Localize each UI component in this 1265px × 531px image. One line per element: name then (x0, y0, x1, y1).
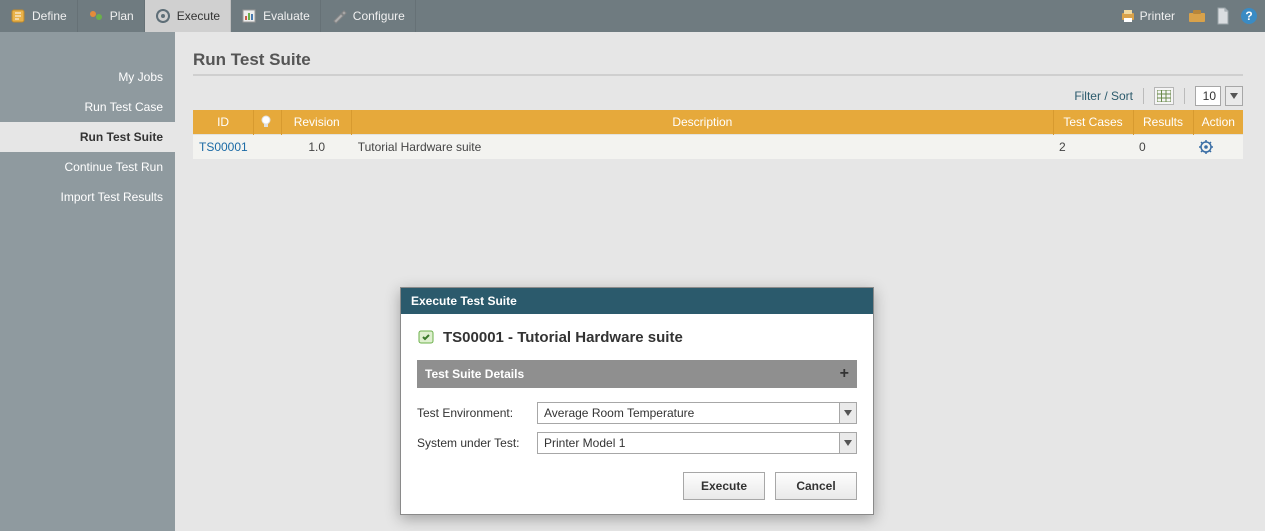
dialog-buttons: Execute Cancel (417, 472, 857, 500)
sidebar: My Jobs Run Test Case Run Test Suite Con… (0, 32, 175, 531)
sidebar-item-label: Run Test Suite (80, 130, 163, 144)
tab-define[interactable]: Define (0, 0, 78, 32)
col-test-cases[interactable]: Test Cases (1053, 110, 1133, 135)
tab-configure[interactable]: Configure (321, 0, 416, 32)
help-icon[interactable]: ? (1239, 6, 1259, 26)
sidebar-item-label: Run Test Case (85, 100, 164, 114)
execute-test-suite-dialog: Execute Test Suite TS00001 - Tutorial Ha… (400, 287, 874, 515)
test-suite-table: ID Revision Description Test Cases Resul… (193, 110, 1243, 159)
tab-label: Execute (177, 9, 220, 23)
page-size-selector: 10 (1195, 86, 1243, 106)
divider (1184, 88, 1185, 104)
sidebar-item-import-test-results[interactable]: Import Test Results (0, 182, 175, 212)
table-row[interactable]: TS00001 1.0 Tutorial Hardware suite 2 0 (193, 135, 1243, 160)
combo-system-under-test[interactable]: Printer Model 1 (537, 432, 857, 454)
printer-label: Printer (1140, 9, 1175, 23)
filter-bar: Filter / Sort 10 (193, 86, 1243, 106)
evaluate-icon (241, 8, 257, 24)
printer-button[interactable]: Printer (1114, 6, 1181, 26)
execute-icon (155, 8, 171, 24)
table-header-row: ID Revision Description Test Cases Resul… (193, 110, 1243, 135)
label-system-under-test: System under Test: (417, 436, 537, 450)
expand-icon[interactable]: + (840, 365, 849, 383)
tab-execute[interactable]: Execute (145, 0, 231, 32)
document-icon[interactable] (1213, 6, 1233, 26)
col-id[interactable]: ID (193, 110, 254, 135)
svg-text:?: ? (1245, 9, 1252, 23)
section-label: Test Suite Details (425, 367, 524, 381)
suite-icon (417, 328, 435, 346)
combo-test-environment[interactable]: Average Room Temperature (537, 402, 857, 424)
page-size-value: 10 (1195, 86, 1221, 106)
label-test-environment: Test Environment: (417, 406, 537, 420)
section-test-suite-details: Test Suite Details + (417, 360, 857, 388)
filter-sort-link[interactable]: Filter / Sort (1074, 89, 1133, 103)
printer-icon (1120, 8, 1136, 24)
toolbox-icon[interactable] (1187, 6, 1207, 26)
sidebar-item-label: My Jobs (118, 70, 163, 84)
suite-heading: TS00001 - Tutorial Hardware suite (417, 328, 857, 346)
columns-icon[interactable] (1154, 87, 1174, 105)
cell-description: Tutorial Hardware suite (352, 135, 1053, 160)
system-under-test-value[interactable]: Printer Model 1 (537, 432, 839, 454)
tab-label: Define (32, 9, 67, 23)
row-system-under-test: System under Test: Printer Model 1 (417, 432, 857, 454)
define-icon (10, 8, 26, 24)
sidebar-item-run-test-case[interactable]: Run Test Case (0, 92, 175, 122)
plan-icon (88, 8, 104, 24)
col-action[interactable]: Action (1193, 110, 1243, 135)
top-toolbar: Define Plan Execute Evaluate Configure (0, 0, 1265, 32)
sidebar-item-label: Import Test Results (61, 190, 163, 204)
title-underline (193, 74, 1243, 76)
row-test-environment: Test Environment: Average Room Temperatu… (417, 402, 857, 424)
bulb-icon (260, 115, 275, 129)
cell-revision: 1.0 (282, 135, 352, 160)
col-results[interactable]: Results (1133, 110, 1193, 135)
cell-bulb (254, 135, 282, 160)
tab-label: Configure (353, 9, 405, 23)
col-description[interactable]: Description (352, 110, 1053, 135)
col-revision[interactable]: Revision (282, 110, 352, 135)
tab-label: Plan (110, 9, 134, 23)
test-environment-dropdown[interactable] (839, 402, 857, 424)
sidebar-item-run-test-suite[interactable]: Run Test Suite (0, 122, 175, 152)
sidebar-item-continue-test-run[interactable]: Continue Test Run (0, 152, 175, 182)
configure-icon (331, 8, 347, 24)
cell-results: 0 (1133, 135, 1193, 160)
page-size-dropdown[interactable] (1225, 86, 1243, 106)
gear-icon (1199, 140, 1237, 154)
cell-test-cases: 2 (1053, 135, 1133, 160)
col-bulb[interactable] (254, 110, 282, 135)
cancel-button[interactable]: Cancel (775, 472, 857, 500)
tab-label: Evaluate (263, 9, 310, 23)
dialog-title: Execute Test Suite (401, 288, 873, 314)
cell-id[interactable]: TS00001 (193, 135, 254, 160)
divider (1143, 88, 1144, 104)
cell-action[interactable] (1193, 135, 1243, 160)
test-environment-value[interactable]: Average Room Temperature (537, 402, 839, 424)
execute-button[interactable]: Execute (683, 472, 765, 500)
system-under-test-dropdown[interactable] (839, 432, 857, 454)
tab-evaluate[interactable]: Evaluate (231, 0, 321, 32)
page-title: Run Test Suite (193, 50, 1243, 70)
suite-heading-text: TS00001 - Tutorial Hardware suite (443, 329, 683, 346)
tab-plan[interactable]: Plan (78, 0, 145, 32)
sidebar-item-label: Continue Test Run (64, 160, 163, 174)
sidebar-item-my-jobs[interactable]: My Jobs (0, 62, 175, 92)
